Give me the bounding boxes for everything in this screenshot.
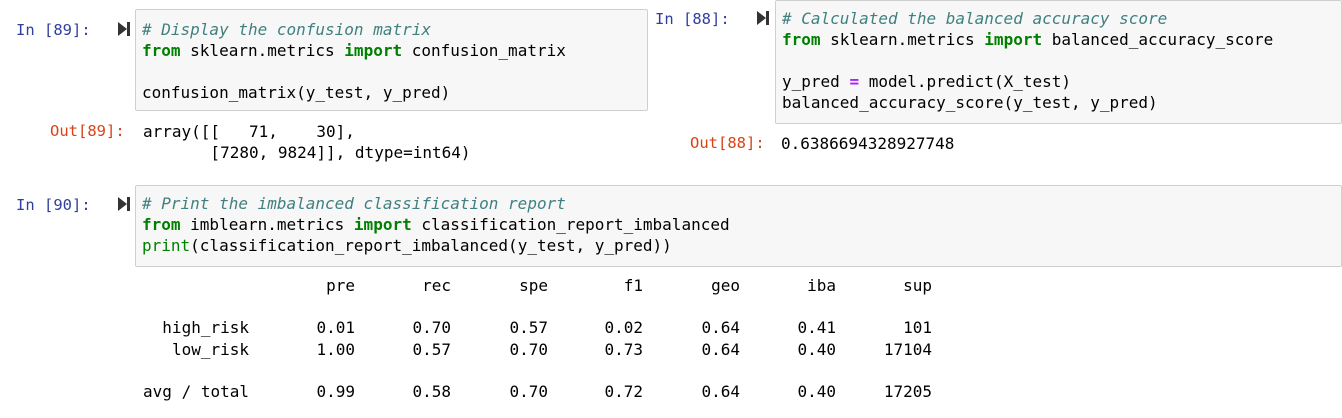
column-header: iba	[807, 276, 836, 295]
code-line: confusion_matrix(y_test, y_pred)	[142, 83, 451, 102]
run-cell-icon[interactable]	[756, 10, 770, 26]
report-header-row: pre rec spe f1 geo iba sup	[0, 275, 932, 296]
report-value: 0.57	[412, 340, 451, 359]
report-value: 0.70	[412, 318, 451, 337]
cell-88-output: 0.6386694328927748	[781, 133, 954, 154]
column-header: spe	[519, 276, 548, 295]
report-value: 0.40	[797, 382, 836, 401]
code-line: from sklearn.metrics import balanced_acc…	[782, 30, 1274, 49]
code-lines: # Calculated the balanced accuracy score…	[782, 8, 1335, 113]
column-header: rec	[422, 276, 451, 295]
report-value: 0.72	[604, 382, 643, 401]
cell-88-out-prompt: Out[88]:	[690, 134, 765, 152]
code-line: # Calculated the balanced accuracy score	[782, 9, 1168, 28]
cell-89-code-editor[interactable]: # Display the confusion matrix from sklea…	[135, 9, 648, 111]
report-row-avg-total: avg / total 0.99 0.58 0.70 0.72 0.64 0.4…	[0, 381, 932, 402]
report-value: 0.70	[509, 382, 548, 401]
report-row-high-risk: high_risk 0.01 0.70 0.57 0.02 0.64 0.41 …	[0, 317, 932, 338]
report-value: 0.57	[509, 318, 548, 337]
code-line: print(classification_report_imbalanced(y…	[142, 236, 672, 255]
column-header: geo	[711, 276, 740, 295]
report-value: 0.40	[797, 340, 836, 359]
code-line: balanced_accuracy_score(y_test, y_pred)	[782, 93, 1158, 112]
code-line: # Display the confusion matrix	[142, 20, 431, 39]
report-value: 0.02	[604, 318, 643, 337]
cell-89-in-prompt: In [89]:	[16, 21, 91, 39]
cell-88-in-prompt: In [88]:	[655, 10, 730, 28]
report-value: 0.70	[509, 340, 548, 359]
row-label: avg / total	[143, 382, 249, 401]
column-header: sup	[903, 276, 932, 295]
cell-89-out-prompt: Out[89]:	[50, 122, 125, 140]
report-value: 0.99	[316, 382, 355, 401]
cell-89-output: array([[ 71, 30], [7280, 9824]], dtype=i…	[143, 121, 471, 163]
row-label: high_risk	[162, 318, 249, 337]
code-lines: # Print the imbalanced classification re…	[142, 193, 1335, 256]
classification-report: pre rec spe f1 geo iba sup high_risk 0.0…	[0, 275, 1000, 415]
output-line: [7280, 9824]], dtype=int64)	[143, 143, 471, 162]
cell-90-code-editor[interactable]: # Print the imbalanced classification re…	[135, 185, 1342, 267]
report-value: 1.00	[316, 340, 355, 359]
output-line: 0.6386694328927748	[781, 134, 955, 153]
report-value: 101	[903, 318, 932, 337]
output-line: array([[ 71, 30],	[143, 122, 355, 141]
report-value: 17104	[883, 340, 932, 359]
code-line: # Print the imbalanced classification re…	[142, 194, 566, 213]
report-row-low-risk: low_risk 1.00 0.57 0.70 0.73 0.64 0.40 1…	[0, 339, 932, 360]
column-header: pre	[326, 276, 355, 295]
code-lines: # Display the confusion matrix from sklea…	[142, 19, 641, 103]
report-value: 0.73	[604, 340, 643, 359]
report-value: 0.64	[701, 318, 740, 337]
cell-90-in-prompt: In [90]:	[16, 196, 91, 214]
run-cell-icon[interactable]	[117, 21, 131, 37]
code-line: y_pred = model.predict(X_test)	[782, 72, 1071, 91]
report-value: 0.58	[412, 382, 451, 401]
report-value: 17205	[883, 382, 932, 401]
run-cell-icon[interactable]	[117, 196, 131, 212]
column-header: f1	[623, 276, 643, 295]
cell-88-code-editor[interactable]: # Calculated the balanced accuracy score…	[775, 0, 1342, 124]
report-value: 0.64	[701, 340, 740, 359]
code-line: from imblearn.metrics import classificat…	[142, 215, 730, 234]
report-value: 0.01	[316, 318, 355, 337]
report-value: 0.64	[701, 382, 740, 401]
row-label: low_risk	[171, 340, 249, 359]
report-value: 0.41	[797, 318, 836, 337]
code-line: from sklearn.metrics import confusion_ma…	[142, 41, 566, 60]
